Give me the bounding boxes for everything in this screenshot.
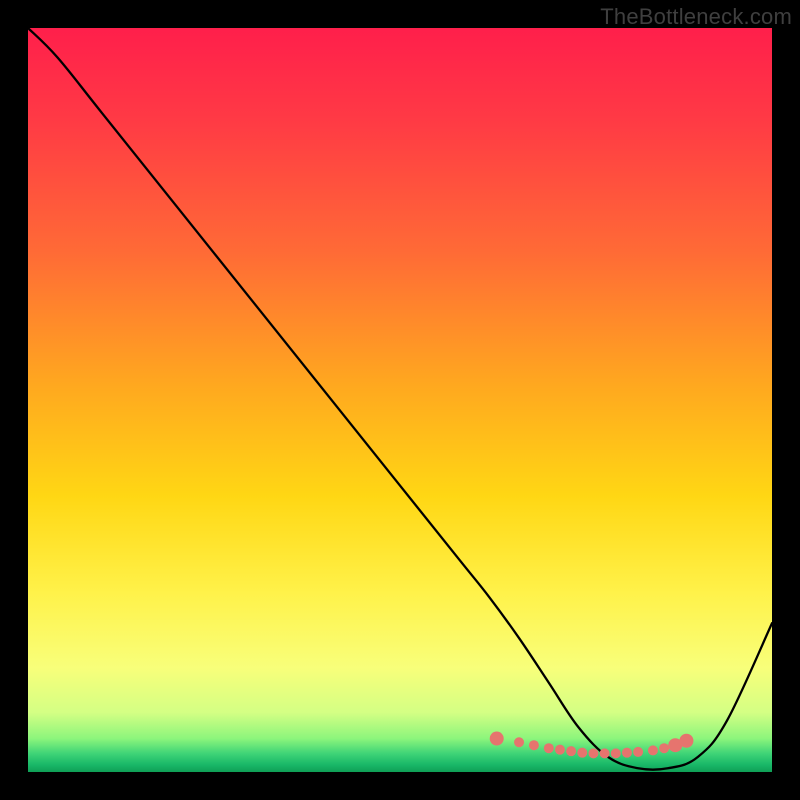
marker-point [555,745,565,755]
marker-point [566,746,576,756]
marker-point [490,732,504,746]
marker-point [514,737,524,747]
marker-point [600,748,610,758]
marker-point [611,748,621,758]
marker-point [622,748,632,758]
plot-area [28,28,772,772]
chart-svg [28,28,772,772]
marker-point [588,748,598,758]
marker-point [659,743,669,753]
marker-point [679,734,693,748]
marker-point [648,745,658,755]
marker-point [633,747,643,757]
chart-background [28,28,772,772]
chart-frame: TheBottleneck.com [0,0,800,800]
marker-point [529,740,539,750]
watermark-label: TheBottleneck.com [600,4,792,30]
marker-point [544,743,554,753]
marker-point [577,748,587,758]
